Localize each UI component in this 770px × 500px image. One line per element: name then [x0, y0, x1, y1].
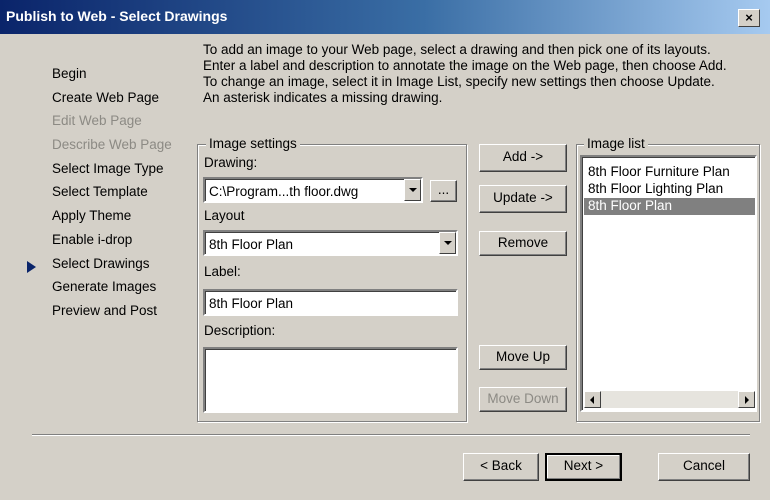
- nav-item-create-web-page: Create Web Page: [52, 90, 160, 105]
- scroll-left-icon[interactable]: [584, 391, 601, 408]
- cancel-button[interactable]: Cancel: [658, 453, 750, 481]
- window-title: Publish to Web - Select Drawings: [6, 8, 228, 24]
- move-down-button[interactable]: Move Down: [479, 387, 567, 412]
- nav-item-select-image-type: Select Image Type: [52, 161, 164, 176]
- label-value: 8th Floor Plan: [209, 296, 294, 311]
- layout-value: 8th Floor Plan: [209, 237, 294, 252]
- nav-item-begin: Begin: [52, 66, 87, 81]
- image-listbox[interactable]: 8th Floor Furniture Plan 8th Floor Light…: [580, 155, 757, 412]
- instruction-line: To add an image to your Web page, select…: [203, 42, 711, 57]
- drawing-combobox[interactable]: C:\Program...th floor.dwg: [203, 177, 423, 203]
- title-bar: Publish to Web - Select Drawings ×: [0, 0, 770, 34]
- description-field[interactable]: [203, 347, 458, 413]
- nav-item-select-template: Select Template: [52, 184, 148, 199]
- remove-button[interactable]: Remove: [479, 231, 567, 256]
- instructions: To add an image to your Web page, select…: [203, 42, 763, 106]
- list-item[interactable]: 8th Floor Furniture Plan: [584, 164, 755, 181]
- layout-label: Layout: [204, 208, 245, 223]
- footer-separator: [32, 434, 750, 436]
- drawing-value: C:\Program...th floor.dwg: [209, 184, 359, 199]
- description-label: Description:: [204, 323, 276, 338]
- label-field[interactable]: 8th Floor Plan: [203, 289, 458, 316]
- close-button[interactable]: ×: [738, 9, 760, 27]
- nav-item-apply-theme: Apply Theme: [52, 208, 132, 223]
- layout-combobox[interactable]: 8th Floor Plan: [203, 230, 458, 256]
- list-item-selected[interactable]: 8th Floor Plan: [584, 198, 755, 215]
- label-label: Label:: [204, 264, 241, 279]
- nav-item-enable-i-drop: Enable i-drop: [52, 232, 133, 247]
- update-button[interactable]: Update ->: [479, 185, 567, 213]
- back-button[interactable]: < Back: [463, 453, 539, 481]
- image-settings-title: Image settings: [206, 136, 300, 151]
- close-icon: ×: [745, 10, 753, 25]
- nav-item-edit-web-page: Edit Web Page: [52, 113, 142, 128]
- instruction-line: An asterisk indicates a missing drawing.: [203, 90, 443, 105]
- instruction-line: To change an image, select it in Image L…: [203, 74, 715, 89]
- nav-item-preview-and-post: Preview and Post: [52, 303, 158, 318]
- horizontal-scrollbar[interactable]: [584, 391, 755, 408]
- nav-item-describe-web-page: Describe Web Page: [52, 137, 172, 152]
- scroll-right-icon[interactable]: [738, 391, 755, 408]
- nav-item-select-drawings: Select Drawings: [52, 256, 150, 271]
- move-up-button[interactable]: Move Up: [479, 345, 567, 370]
- chevron-down-icon[interactable]: [439, 232, 456, 254]
- browse-button[interactable]: ...: [430, 180, 457, 202]
- instruction-line: Enter a label and description to annotat…: [203, 58, 727, 73]
- drawing-label: Drawing:: [204, 155, 258, 170]
- chevron-down-icon[interactable]: [404, 179, 421, 201]
- nav-arrow-icon: [27, 261, 36, 273]
- nav-item-generate-images: Generate Images: [52, 279, 157, 294]
- list-item[interactable]: 8th Floor Lighting Plan: [584, 181, 755, 198]
- next-button[interactable]: Next >: [545, 453, 622, 481]
- image-list-title: Image list: [584, 136, 648, 151]
- add-button[interactable]: Add ->: [479, 144, 567, 172]
